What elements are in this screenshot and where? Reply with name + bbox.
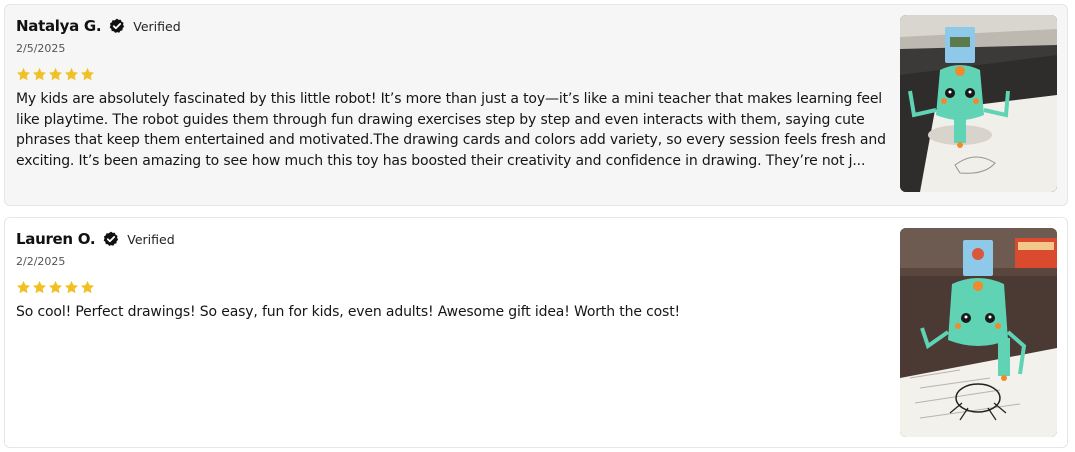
star-icon [48, 280, 63, 294]
review-card: Natalya G. Verified 2/5/2025 My kids are… [4, 4, 1068, 206]
review-photo[interactable] [900, 15, 1057, 192]
review-content: Natalya G. Verified 2/5/2025 My kids are… [16, 15, 886, 171]
verified-label: Verified [133, 18, 181, 34]
reviews-list: Natalya G. Verified 2/5/2025 My kids are… [0, 0, 1075, 452]
star-icon [32, 280, 47, 294]
review-content: Lauren O. Verified 2/2/2025 So cool! Per… [16, 228, 886, 323]
review-date: 2/5/2025 [16, 42, 66, 55]
star-icon [48, 67, 63, 81]
star-icon [64, 67, 79, 81]
review-text: So cool! Perfect drawings! So easy, fun … [16, 304, 680, 320]
star-icon [64, 280, 79, 294]
robot-toy-photo [900, 15, 1057, 192]
star-icon [16, 67, 31, 81]
star-rating [16, 280, 886, 295]
review-card: Lauren O. Verified 2/2/2025 So cool! Per… [4, 217, 1068, 448]
reviewer-row: Lauren O. Verified [16, 228, 886, 250]
robot-toy-photo [900, 228, 1057, 437]
verified-label: Verified [127, 231, 175, 247]
star-icon [16, 280, 31, 294]
star-rating [16, 67, 886, 82]
reviewer-name: Lauren O. [16, 230, 96, 248]
star-icon [32, 67, 47, 81]
reviewer-row: Natalya G. Verified [16, 15, 886, 37]
star-icon [80, 67, 95, 81]
review-date: 2/2/2025 [16, 255, 66, 268]
verified-check-icon [103, 231, 119, 246]
review-photo[interactable] [900, 228, 1057, 437]
verified-check-icon [109, 18, 125, 33]
star-icon [80, 280, 95, 294]
review-text: My kids are absolutely fascinated by thi… [16, 91, 886, 169]
reviewer-name: Natalya G. [16, 17, 102, 35]
